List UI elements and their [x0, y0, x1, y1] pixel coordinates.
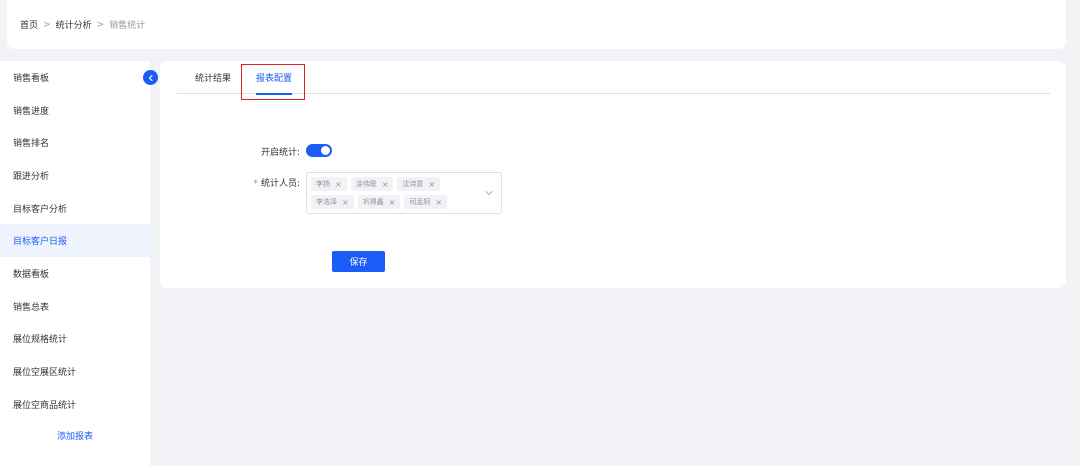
breadcrumb-home[interactable]: 首页	[20, 18, 38, 31]
sidebar-item-label: 销售总表	[13, 302, 50, 313]
staff-tag: 沈诗意 ×	[397, 177, 441, 191]
enable-stats-toggle[interactable]	[306, 144, 332, 157]
sidebar-item-target-customer-daily[interactable]: 目标客户日报	[0, 224, 150, 258]
breadcrumb-sales-stats: 销售统计	[109, 21, 146, 31]
remove-tag-icon[interactable]: ×	[389, 198, 396, 207]
enable-stats-label-text: 开启统计:	[260, 148, 300, 158]
staff-tag: 巩得鑫 ×	[357, 195, 401, 209]
remove-tag-icon[interactable]: ×	[342, 198, 349, 207]
chevron-left-icon	[148, 74, 153, 81]
breadcrumb-stats-analysis[interactable]: 统计分析	[56, 18, 92, 31]
sidebar-collapse-button[interactable]	[143, 70, 158, 85]
tab-bar: 统计结果 报表配置	[177, 61, 1050, 95]
stats-staff-label-text: 统计人员:	[260, 179, 300, 189]
remove-tag-icon[interactable]: ×	[335, 180, 342, 189]
remove-tag-icon[interactable]: ×	[435, 198, 442, 207]
sidebar-item-label: 目标客户分析	[13, 204, 68, 215]
sidebar-item-booth-empty-product-stats[interactable]: 展位空商品统计	[0, 388, 150, 421]
staff-tag: 涂伟联 ×	[350, 177, 394, 191]
stats-staff-select[interactable]: 李扬 × 涂伟联 × 沈诗意 × 李浩泽 × 巩得鑫 × 司孟轲 ×	[306, 172, 502, 214]
sidebar-item-label: 跟进分析	[13, 171, 50, 182]
staff-tag-label: 涂伟联	[355, 180, 377, 188]
sidebar-item-label: 目标客户日报	[13, 237, 68, 248]
tab-statistics-result[interactable]: 统计结果	[195, 61, 231, 94]
save-button[interactable]: 保存	[332, 251, 385, 272]
sidebar-item-label: 数据看板	[13, 269, 50, 280]
toggle-knob	[321, 146, 330, 155]
staff-tag-list: 李扬 × 涂伟联 × 沈诗意 × 李浩泽 × 巩得鑫 × 司孟轲 ×	[311, 176, 481, 212]
sidebar-item-target-customer-analysis[interactable]: 目标客户分析	[0, 192, 150, 225]
sidebar-item-label: 展位空商品统计	[13, 400, 77, 411]
sidebar-item-booth-spec-stats[interactable]: 展位规格统计	[0, 323, 150, 356]
sidebar-item-label: 展位规格统计	[13, 335, 68, 346]
sidebar-item-sales-progress[interactable]: 销售进度	[0, 94, 150, 127]
staff-tag-label: 司孟轲	[409, 198, 431, 206]
stats-staff-label: * 统计人员:	[230, 176, 300, 189]
sidebar-item-sales-board[interactable]: 销售看板	[0, 61, 150, 94]
tab-report-config[interactable]: 报表配置	[256, 61, 293, 95]
breadcrumb-separator: >	[43, 19, 51, 30]
chevron-down-icon	[485, 191, 493, 196]
staff-tag-label: 李浩泽	[316, 198, 337, 206]
add-report-button[interactable]: 添加报表	[0, 429, 150, 442]
staff-tag: 李扬 ×	[311, 177, 347, 191]
staff-tag-label: 沈诗意	[402, 180, 424, 188]
staff-tag: 李浩泽 ×	[311, 195, 354, 209]
enable-stats-label: 开启统计:	[240, 145, 300, 158]
staff-tag-label: 李扬	[316, 180, 330, 188]
sidebar-item-followup-analysis[interactable]: 跟进分析	[0, 159, 150, 192]
breadcrumb-separator: >	[96, 19, 105, 30]
staff-tag: 司孟轲 ×	[404, 195, 448, 209]
sidebar-item-sales-ranking[interactable]: 销售排名	[0, 126, 150, 159]
sidebar-item-label: 销售看板	[13, 73, 50, 84]
remove-tag-icon[interactable]: ×	[382, 180, 389, 189]
breadcrumb: 首页 > 统计分析 > 销售统计	[7, 0, 1066, 49]
required-star: *	[253, 179, 258, 189]
sidebar-item-label: 展位空展区统计	[13, 368, 77, 379]
sidebar-item-data-board[interactable]: 数据看板	[0, 257, 150, 290]
sidebar-item-booth-empty-area-stats[interactable]: 展位空展区统计	[0, 355, 150, 388]
remove-tag-icon[interactable]: ×	[428, 180, 435, 189]
report-config-panel: 统计结果 报表配置 开启统计: * 统计人员: 李扬 × 涂伟联 × 沈诗意 × 李浩泽…	[160, 61, 1066, 288]
sidebar-item-sales-summary[interactable]: 销售总表	[0, 290, 150, 323]
sidebar-item-label: 销售进度	[13, 106, 50, 117]
staff-tag-label: 巩得鑫	[362, 198, 384, 206]
sidebar: 销售看板 销售进度 销售排名 跟进分析 目标客户分析 目标客户日报 数据看板 销…	[0, 61, 150, 466]
sidebar-item-label: 销售排名	[13, 139, 50, 150]
